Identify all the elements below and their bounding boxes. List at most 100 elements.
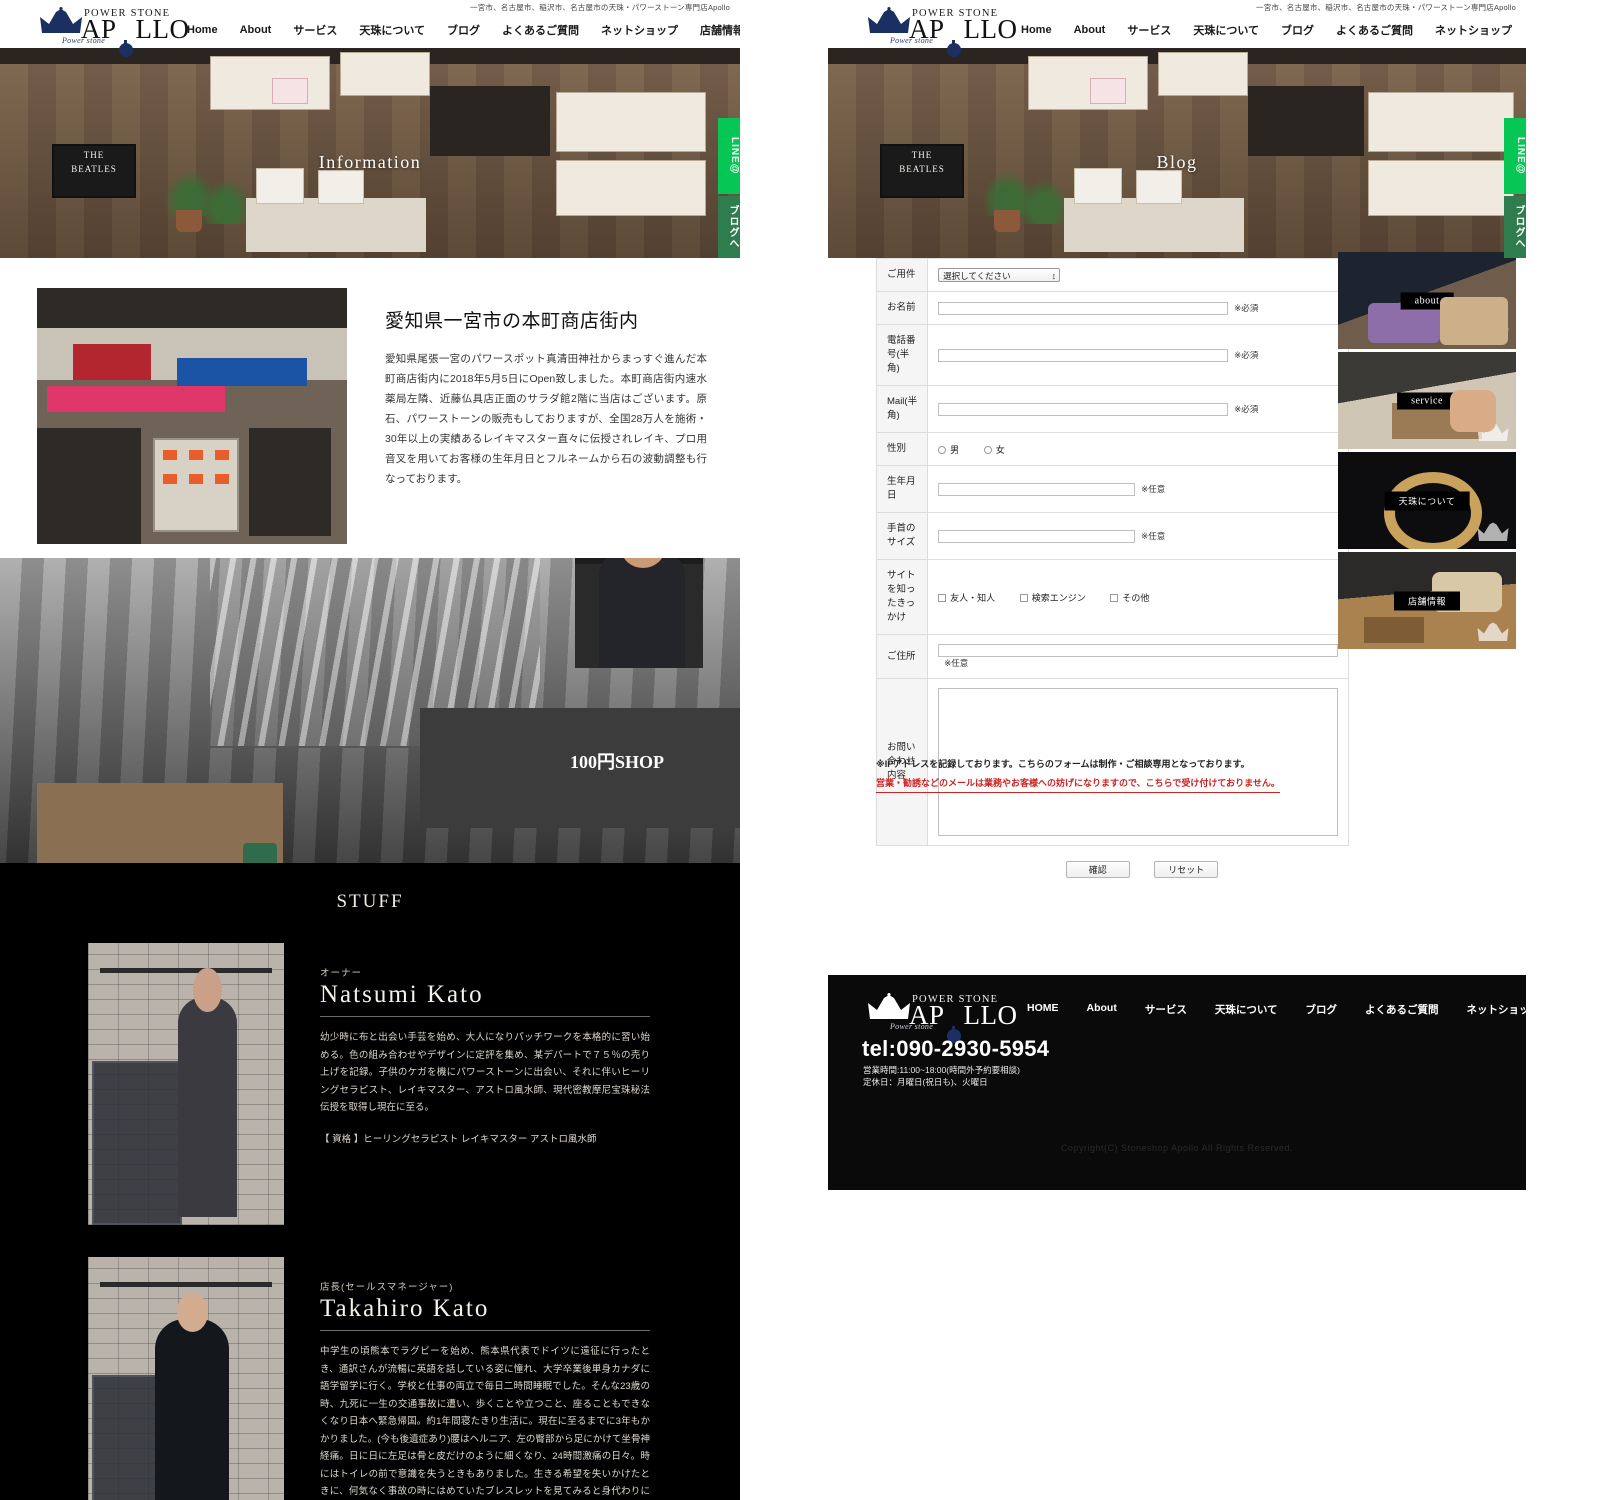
address-input[interactable] (938, 644, 1339, 657)
label-wrist-size: 手首のサイズ (875, 512, 929, 560)
name-input[interactable] (938, 301, 1229, 315)
birthday-input[interactable] (938, 482, 1136, 496)
contact-main: ご用件 選択してください お名前 ※必須 電話番号(半角) ※必須 Mail(半… (828, 252, 1526, 878)
staff-photo-1 (88, 943, 284, 1225)
form-row-gender: 性別 男 女 (875, 432, 1350, 466)
site-header-left: 一宮市、名古屋市、稲沢市、名古屋市の天珠・パワーストーン専門店Apollo PO… (0, 0, 740, 57)
nav-item-about-right[interactable]: About (1063, 24, 1117, 36)
phone-input[interactable] (938, 348, 1229, 362)
gender-male-label: 男 (950, 444, 960, 455)
blog-side-tab-left[interactable]: ブログへ (718, 196, 740, 258)
footer-nav-service[interactable]: サービス (1131, 1002, 1201, 1017)
sidebar-thumbnails: about service 天珠について 店舗情報 (1338, 252, 1516, 652)
nav-item-tenju-right[interactable]: 天珠について (1182, 22, 1270, 38)
footer-brand-logo[interactable]: POWER STONE AP LLO Power stone (862, 989, 1022, 1043)
nav-item-tenju[interactable]: 天珠について (348, 22, 436, 38)
hero-banner-left: THE BEATLES Information (0, 48, 740, 258)
gender-option-female[interactable]: 女 (983, 443, 1005, 456)
subject-select[interactable]: 選択してください (938, 268, 1061, 283)
footer-nav: HOME About サービス 天珠について ブログ よくあるご質問 ネットショ… (1013, 1002, 1526, 1017)
checkbox-friend-icon[interactable] (938, 594, 947, 603)
line-side-tab-left[interactable]: LINE@ (718, 118, 740, 194)
nav-item-faq-right[interactable]: よくあるご質問 (1325, 22, 1424, 38)
label-mail: Mail(半角) (875, 385, 929, 433)
reset-button[interactable]: リセット (1154, 861, 1219, 878)
line-side-tab-right[interactable]: LINE@ (1504, 118, 1526, 194)
left-page: 一宮市、名古屋市、稲沢市、名古屋市の天珠・パワーストーン専門店Apollo PO… (0, 0, 740, 1500)
mail-input[interactable] (938, 402, 1229, 416)
thumbnail-tenju[interactable]: 天珠について (1338, 452, 1516, 549)
staff-member-2: 店長(セールスマネージャー) Takahiro Kato 中学生の頃熊本でラグビ… (0, 1257, 740, 1500)
footer-nav-blog[interactable]: ブログ (1292, 1002, 1352, 1017)
staff-member-1: オーナー Natsumi Kato 幼少時に布と出会い手芸を始め、大人になりパッ… (0, 943, 740, 1225)
footer-nav-netshop[interactable]: ネットショップ (1453, 1002, 1526, 1017)
staff-text-2: 店長(セールスマネージャー) Takahiro Kato 中学生の頃熊本でラグビ… (320, 1279, 650, 1500)
hero-title-right: Blog (1156, 152, 1198, 172)
nav-item-blog-right[interactable]: ブログ (1270, 22, 1325, 38)
label-phone: 電話番号(半角) (875, 324, 929, 386)
wrist-size-input[interactable] (938, 529, 1136, 543)
footer-nav-about[interactable]: About (1073, 1002, 1131, 1017)
header-tagline-right: 一宮市、名古屋市、稲沢市、名古屋市の天珠・パワーストーン専門店Apollo (1256, 3, 1516, 12)
footer-business-hours: 営業時間:11:00~18:00(時間外予約要相談) (863, 1065, 1020, 1075)
information-heading: 愛知県一宮市の本町商店街内 (385, 310, 639, 332)
blog-side-tab-right[interactable]: ブログへ (1504, 196, 1526, 258)
nav-item-blog[interactable]: ブログ (436, 22, 491, 38)
thumbnail-service[interactable]: service (1338, 352, 1516, 449)
nav-item-home[interactable]: Home (176, 24, 229, 36)
footer-nav-faq[interactable]: よくあるご質問 (1351, 1002, 1453, 1017)
information-body: 愛知県尾張一宮のパワースポット真清田神社からまっすぐ進んだ本町商店街内に2018… (385, 353, 707, 485)
screenshot-root: 一宮市、名古屋市、稲沢市、名古屋市の天珠・パワーストーン専門店Apollo PO… (0, 0, 1600, 1500)
brand-logo[interactable]: POWER STONE AP LLO Power stone (34, 3, 194, 57)
form-row-birthday: 生年月日 ※任意 (875, 465, 1350, 513)
gender-female-label: 女 (995, 444, 1005, 455)
label-subject: ご用件 (875, 258, 929, 292)
referral-option-search[interactable]: 検索エンジン (1019, 591, 1086, 604)
nav-item-home-right[interactable]: Home (1010, 24, 1063, 36)
note-wrist-size: ※任意 (1141, 531, 1166, 541)
nav-item-service[interactable]: サービス (282, 22, 348, 38)
referral-option-other[interactable]: その他 (1110, 591, 1149, 604)
thumbnail-tenju-caption: 天珠について (1384, 491, 1470, 510)
thumbnail-store-info[interactable]: 店舗情報 (1338, 552, 1516, 649)
thumbnail-store-caption: 店舗情報 (1393, 591, 1461, 610)
radio-female-icon[interactable] (983, 446, 992, 455)
thumbnail-about[interactable]: about (1338, 252, 1516, 349)
footer-telephone[interactable]: tel:090-2930-5954 (862, 1036, 1049, 1062)
stuff-section: STUFF オーナー Natsumi Kato 幼少時に布と出会い手芸を始め、大… (0, 863, 740, 1500)
note-name: ※必須 (1234, 303, 1259, 313)
nav-item-store-right[interactable]: 店舗情報 (1523, 22, 1526, 38)
brand-sub-right: Power stone (890, 36, 934, 45)
checkbox-search-icon[interactable] (1019, 594, 1028, 603)
staff-text-1: オーナー Natsumi Kato 幼少時に布と出会い手芸を始め、大人になりパッ… (320, 965, 650, 1145)
gender-option-male[interactable]: 男 (938, 443, 959, 456)
nav-item-netshop-right[interactable]: ネットショップ (1424, 22, 1523, 38)
staff-photo-2 (88, 1257, 284, 1500)
footer-nav-home[interactable]: HOME (1013, 1002, 1073, 1017)
label-referral: サイトを知ったきっかけ (875, 559, 929, 635)
brand-logo-right[interactable]: POWER STONE AP LLO Power stone (862, 3, 1022, 57)
checkbox-other-icon[interactable] (1110, 594, 1119, 603)
referral-option-friend[interactable]: 友人・知人 (938, 591, 995, 604)
watermark-crown-icon-2 (1476, 421, 1510, 445)
note-birthday: ※任意 (1141, 484, 1166, 494)
nav-item-service-right[interactable]: サービス (1116, 22, 1182, 38)
nav-item-about[interactable]: About (229, 24, 283, 36)
nav-item-faq[interactable]: よくあるご質問 (491, 22, 590, 38)
nav-item-store[interactable]: 店舗情報 (689, 22, 740, 38)
stuff-heading: STUFF (336, 891, 404, 912)
label-birthday: 生年月日 (875, 465, 929, 513)
footer-copyright: Copyright(C) Stoneshop Apollo All Rights… (1060, 1143, 1294, 1153)
radio-male-icon[interactable] (938, 446, 947, 455)
submit-button[interactable]: 確認 (1065, 861, 1130, 878)
information-section: 愛知県一宮市の本町商店街内 愛知県尾張一宮のパワースポット真清田神社からまっすぐ… (0, 258, 740, 558)
form-row-subject: ご用件 選択してください (875, 258, 1350, 292)
main-nav-right: Home About サービス 天珠について ブログ よくあるご質問 ネットショ… (1010, 22, 1526, 38)
staff-bio-2: 中学生の頃熊本でラグビーを始め、熊本県代表でドイツに遠征に行ったとき、通訳さんが… (320, 1346, 650, 1497)
form-row-phone: 電話番号(半角) ※必須 (875, 324, 1350, 386)
form-row-referral: サイトを知ったきっかけ 友人・知人 検索エンジン その他 (875, 559, 1350, 635)
footer-nav-tenju[interactable]: 天珠について (1201, 1002, 1292, 1017)
nav-item-netshop[interactable]: ネットショップ (590, 22, 689, 38)
form-row-wrist: 手首のサイズ ※任意 (875, 512, 1350, 560)
crown-icon (38, 7, 84, 37)
